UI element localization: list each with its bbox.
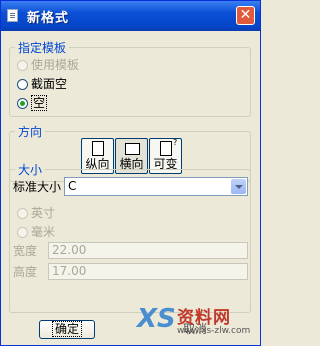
mm-radio (17, 227, 28, 238)
empty-with-section-label[interactable]: 截面空 (31, 77, 67, 91)
dialog-title: 新格式 (27, 11, 70, 26)
standard-size-value: C (68, 179, 77, 193)
size-legend: 大小 (18, 163, 43, 177)
new-format-dialog: 新格式 ✕ 指定模板 使用模板 截面空 空 方向 纵向 横向 ? 可变 大小 标… (0, 0, 261, 346)
empty-with-section-option[interactable]: 截面空 (17, 76, 67, 92)
document-icon (7, 9, 18, 22)
empty-with-section-radio[interactable] (17, 79, 28, 90)
height-field: 17.00 (48, 263, 248, 280)
empty-option[interactable]: 空 (17, 95, 48, 111)
chevron-down-icon[interactable] (231, 179, 246, 194)
orientation-legend: 方向 (18, 125, 43, 139)
mm-option: 毫米 (17, 224, 55, 240)
ok-label: 确定 (51, 321, 82, 337)
use-template-label: 使用模板 (31, 58, 80, 72)
inch-radio (17, 208, 28, 219)
watermark-text: 资料网 (177, 308, 231, 328)
inch-label: 英寸 (31, 206, 56, 220)
portrait-page-icon (92, 141, 104, 156)
watermark-url: www.xs-zlw.com (177, 326, 251, 336)
watermark: XS 资料网 www.xs-zlw.com (137, 297, 257, 343)
standard-size-label: 标准大小 (13, 180, 62, 194)
landscape-page-icon (125, 143, 140, 155)
inch-option: 英寸 (17, 205, 55, 221)
mm-label: 毫米 (31, 225, 56, 239)
watermark-logo: XS (137, 304, 176, 334)
empty-label[interactable]: 空 (31, 95, 48, 111)
ok-button[interactable]: 确定 (39, 320, 95, 339)
use-template-radio (17, 60, 28, 71)
title-bar[interactable]: 新格式 ✕ (1, 1, 260, 31)
close-button[interactable]: ✕ (236, 6, 255, 25)
standard-size-select[interactable]: C (64, 177, 248, 196)
template-legend: 指定模板 (18, 41, 67, 55)
width-field: 22.00 (48, 242, 248, 259)
width-label: 宽度 (13, 244, 38, 258)
variable-page-icon (160, 141, 172, 156)
use-template-option: 使用模板 (17, 57, 79, 73)
empty-radio[interactable] (17, 98, 28, 109)
variable-badge: ? (173, 138, 178, 147)
height-label: 高度 (13, 265, 38, 279)
